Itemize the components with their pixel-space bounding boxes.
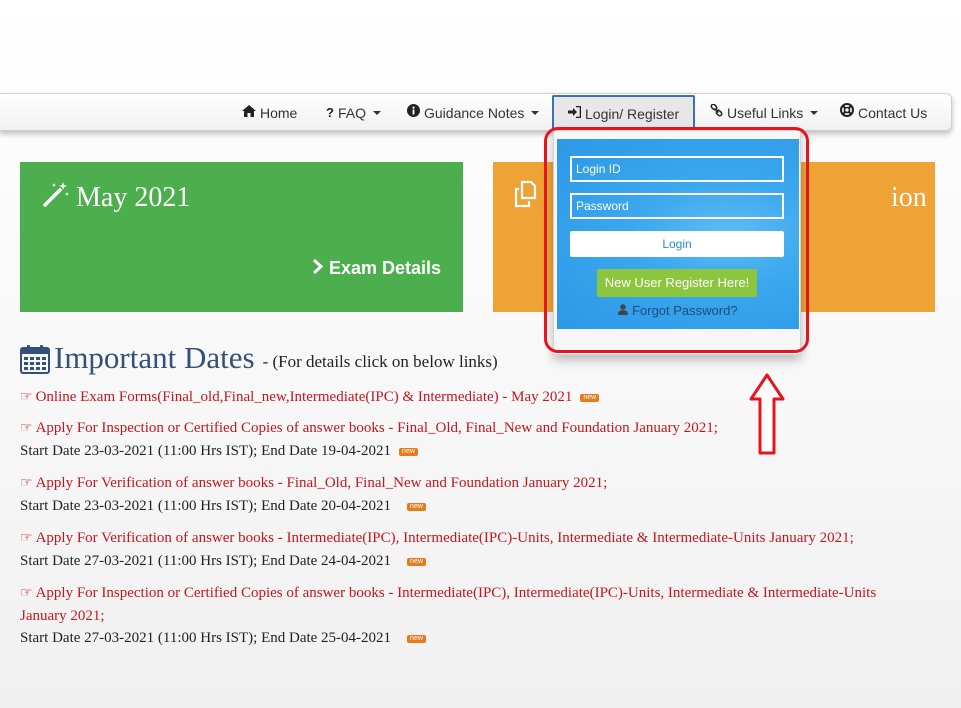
nav-useful-links-label: Useful Links xyxy=(727,105,804,121)
hand-pointer-icon: ☞ xyxy=(20,421,33,436)
notice-link[interactable]: Apply For Inspection or Certified Copies… xyxy=(20,585,876,624)
tile-green-title-text: May 2021 xyxy=(76,182,191,213)
tile-exam-may-2021[interactable]: May 2021 Exam Details xyxy=(20,162,463,312)
notice-link[interactable]: Online Exam Forms(Final_old,Final_new,In… xyxy=(36,389,573,405)
nav-guidance-notes[interactable]: Guidance Notes xyxy=(407,94,540,132)
nav-home-label: Home xyxy=(260,105,298,121)
list-item: ☞ Apply For Inspection or Certified Copie… xyxy=(20,417,940,462)
nav-faq-label: FAQ xyxy=(337,105,366,121)
notice-dates: Start Date 27-03-2021 (11:00 Hrs IST); E… xyxy=(20,630,392,646)
new-badge: new xyxy=(407,557,426,566)
notice-link[interactable]: Apply For Verification of answer books -… xyxy=(36,475,608,491)
hand-pointer-icon: ☞ xyxy=(20,390,33,405)
nav-login-register[interactable]: Login/ Register xyxy=(552,95,696,131)
important-dates-title: Important Dates xyxy=(54,340,255,375)
list-item: ☞ Apply For Inspection or Certified Copie… xyxy=(20,582,910,649)
tile-orange-title-right: ion xyxy=(891,182,927,213)
calendar-icon xyxy=(20,344,50,374)
copy-icon xyxy=(513,180,541,216)
nav-contact-us[interactable]: Contact Us xyxy=(840,94,927,132)
chevron-down-icon xyxy=(810,111,819,115)
nav-contact-label: Contact Us xyxy=(858,105,928,121)
notice-list: ☞ Online Exam Forms(Final_old,Final_new,I… xyxy=(20,386,940,649)
exam-details-label: Exam Details xyxy=(328,258,441,278)
nav-home[interactable]: Home xyxy=(242,94,297,132)
notice-dates: Start Date 23-03-2021 (11:00 Hrs IST); E… xyxy=(20,443,392,459)
chevron-down-icon xyxy=(372,111,381,115)
list-item: ☞ Online Exam Forms(Final_old,Final_new,I… xyxy=(20,386,940,409)
new-badge: new xyxy=(580,393,600,402)
new-badge: new xyxy=(399,447,418,456)
notice-dates: Start Date 27-03-2021 (11:00 Hrs IST); E… xyxy=(20,553,392,569)
hand-pointer-icon: ☞ xyxy=(20,531,33,546)
notice-link[interactable]: Apply For Verification of answer books -… xyxy=(36,530,854,546)
chevron-right-icon xyxy=(312,258,324,279)
tile-green-title: May 2021 xyxy=(42,180,190,216)
link-icon xyxy=(710,95,723,131)
new-badge: new xyxy=(407,502,426,511)
magic-wand-icon xyxy=(42,180,70,216)
important-dates-subtitle: - (For details click on below links) xyxy=(262,352,498,371)
question-icon: ? xyxy=(326,105,334,120)
list-item: ☞ Apply For Verification of answer books … xyxy=(20,472,940,517)
hand-pointer-icon: ☞ xyxy=(20,476,33,491)
home-icon xyxy=(242,95,256,131)
hand-pointer-icon: ☞ xyxy=(20,586,33,601)
lifebuoy-icon xyxy=(840,95,854,131)
chevron-down-icon xyxy=(531,111,540,115)
exam-details-link[interactable]: Exam Details xyxy=(312,258,441,279)
notice-dates: Start Date 23-03-2021 (11:00 Hrs IST); E… xyxy=(20,498,392,514)
highlight-box xyxy=(544,127,809,353)
important-dates-heading: Important Dates - (For details click on … xyxy=(20,340,498,376)
nav-faq[interactable]: ? FAQ xyxy=(326,94,381,132)
list-item: ☞ Apply For Verification of answer books … xyxy=(20,527,940,572)
info-circle-icon xyxy=(407,95,420,131)
nav-guidance-label: Guidance Notes xyxy=(424,105,525,121)
main-navbar: Home ? FAQ Guidance Notes Login/ Registe… xyxy=(0,93,952,131)
new-badge: new xyxy=(407,634,426,643)
notice-link[interactable]: Apply For Inspection or Certified Copies… xyxy=(36,420,718,436)
